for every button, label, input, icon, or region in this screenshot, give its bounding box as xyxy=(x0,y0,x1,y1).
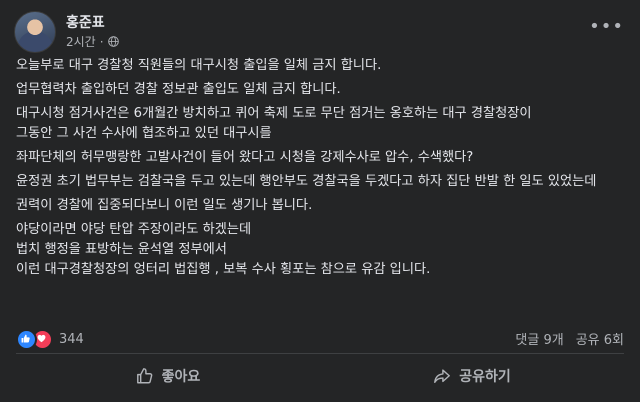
engagement-counts: 댓글 9개 공유 6회 xyxy=(515,329,624,348)
share-count[interactable]: 공유 6회 xyxy=(576,329,624,348)
share-label: 공유하기 xyxy=(459,369,511,385)
post-time[interactable]: 2시간 xyxy=(66,33,96,50)
author-name[interactable]: 홍준표 xyxy=(66,12,105,32)
post-line: 그동안 그 사건 수사에 협조하고 있던 대구시를 xyxy=(16,126,272,141)
like-label: 좋아요 xyxy=(161,369,201,385)
post-stats: 344 댓글 9개 공유 6회 xyxy=(16,327,624,350)
post-body: 오늘부로 대구 경찰청 직원들의 대구시청 출입을 일체 금지 합니다. 업무협… xyxy=(16,57,624,285)
action-bar: 좋아요 공유하기 xyxy=(16,357,624,395)
post-line: 좌파단체의 허무맹랑한 고발사건이 들어 왔다고 시청을 강제수사로 압수, 수… xyxy=(16,150,474,165)
reaction-summary[interactable]: 344 xyxy=(16,329,84,350)
thumbs-up-outline-icon xyxy=(136,368,153,384)
post-line: 법치 행정을 표방하는 윤석열 정부에서 xyxy=(16,242,227,257)
post-header: 홍준표 2시간 · ••• xyxy=(14,10,626,53)
share-button[interactable]: 공유하기 xyxy=(320,357,624,395)
post-line: 업무협력차 출입하던 경찰 정보관 출입도 일체 금지 합니다. xyxy=(16,82,341,97)
comment-count[interactable]: 댓글 9개 xyxy=(515,329,563,348)
post-line: 오늘부로 대구 경찰청 직원들의 대구시청 출입을 일체 금지 합니다. xyxy=(16,58,382,73)
globe-icon xyxy=(107,36,119,47)
avatar[interactable] xyxy=(14,11,56,53)
divider xyxy=(16,353,624,354)
more-horizontal-icon[interactable]: ••• xyxy=(589,18,624,36)
thumbs-up-icon xyxy=(16,329,37,350)
post-line: 야당이라면 야당 탄압 주장이라도 하겠는데 xyxy=(16,222,252,237)
post-meta: 2시간 · xyxy=(66,33,119,50)
post-line: 윤정권 초기 법무부는 검찰국을 두고 있는데 행안부도 경찰국을 두겠다고 하… xyxy=(16,174,597,189)
share-arrow-icon xyxy=(434,369,451,384)
like-button[interactable]: 좋아요 xyxy=(16,357,320,395)
reaction-count: 344 xyxy=(59,332,84,347)
post-line: 권력이 경찰에 집중되다보니 이런 일도 생기나 봅니다. xyxy=(16,198,313,213)
post-line: 대구시청 점거사건은 6개월간 방치하고 퀴어 축제 도로 무단 점거는 옹호하… xyxy=(16,106,532,121)
post-line: 이런 대구경찰청장의 엉터리 법집행 , 보복 수사 횡포는 참으로 유감 입니… xyxy=(16,262,431,277)
